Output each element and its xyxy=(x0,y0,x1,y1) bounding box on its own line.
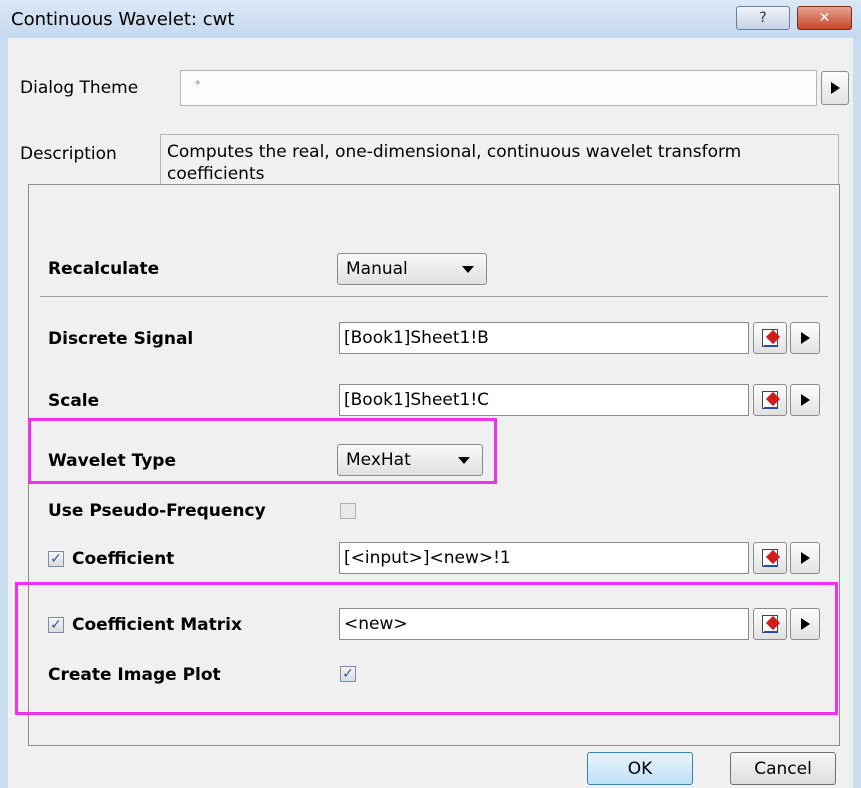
scale-input[interactable]: [Book1]Sheet1!C xyxy=(339,384,749,416)
play-arrow-icon xyxy=(800,618,810,630)
settings-panel: Recalculate Manual Discrete Signal [Book… xyxy=(15,184,840,746)
wavelet-type-value: MexHat xyxy=(346,450,411,470)
chevron-down-icon xyxy=(458,457,470,464)
coefficient-matrix-input[interactable]: <new> xyxy=(339,608,749,640)
coefficient-label: Coefficient xyxy=(72,549,175,569)
wavelet-type-label: Wavelet Type xyxy=(48,451,176,471)
coefficient-checkbox[interactable]: ✓ xyxy=(48,551,64,567)
create-image-plot-checkbox[interactable]: ✓ xyxy=(340,666,356,682)
close-button[interactable]: ✕ xyxy=(797,6,852,30)
recalculate-dropdown[interactable]: Manual xyxy=(337,253,487,285)
play-arrow-icon xyxy=(830,82,840,94)
coefficient-select-button[interactable] xyxy=(753,542,787,574)
coefficient-input[interactable]: [<input>]<new>!1 xyxy=(339,542,749,574)
coefficient-matrix-menu-button[interactable] xyxy=(790,608,820,640)
ok-button[interactable]: OK xyxy=(587,752,693,785)
coefficient-menu-button[interactable] xyxy=(790,542,820,574)
coefficient-matrix-select-button[interactable] xyxy=(753,608,787,640)
divider xyxy=(40,296,828,297)
cancel-button[interactable]: Cancel xyxy=(730,752,836,785)
help-button[interactable]: ? xyxy=(736,6,790,30)
discrete-signal-select-button[interactable] xyxy=(753,322,787,354)
pseudo-frequency-label: Use Pseudo-Frequency xyxy=(48,501,266,521)
dialog-theme-label: Dialog Theme xyxy=(20,78,139,98)
discrete-signal-menu-button[interactable] xyxy=(790,322,820,354)
dialog-body: Dialog Theme * Description Computes the … xyxy=(8,38,853,788)
recalculate-value: Manual xyxy=(346,259,408,279)
theme-menu-button[interactable] xyxy=(821,71,849,105)
play-arrow-icon xyxy=(800,552,810,564)
create-image-plot-label: Create Image Plot xyxy=(48,665,221,685)
scale-label: Scale xyxy=(48,391,100,411)
description-label: Description xyxy=(20,144,117,164)
scale-menu-button[interactable] xyxy=(790,384,820,416)
wavelet-type-dropdown[interactable]: MexHat xyxy=(337,444,483,476)
title-bar: Continuous Wavelet: cwt ? ✕ xyxy=(0,0,861,38)
coefficient-matrix-highlight xyxy=(15,582,838,715)
coefficient-matrix-checkbox[interactable]: ✓ xyxy=(48,617,64,633)
dialog-window: Continuous Wavelet: cwt ? ✕ Dialog Theme… xyxy=(0,0,861,788)
dialog-theme-field[interactable]: * xyxy=(180,70,817,106)
pseudo-frequency-checkbox[interactable] xyxy=(340,503,356,519)
chevron-down-icon xyxy=(462,266,474,273)
discrete-signal-label: Discrete Signal xyxy=(48,329,194,349)
recalculate-label: Recalculate xyxy=(48,259,160,279)
coefficient-matrix-label: Coefficient Matrix xyxy=(72,615,242,635)
play-arrow-icon xyxy=(800,332,810,344)
discrete-signal-input[interactable]: [Book1]Sheet1!B xyxy=(339,322,749,354)
dialog-title: Continuous Wavelet: cwt xyxy=(11,9,235,30)
scale-select-button[interactable] xyxy=(753,384,787,416)
play-arrow-icon xyxy=(800,394,810,406)
dialog-theme-value: * xyxy=(195,78,201,91)
